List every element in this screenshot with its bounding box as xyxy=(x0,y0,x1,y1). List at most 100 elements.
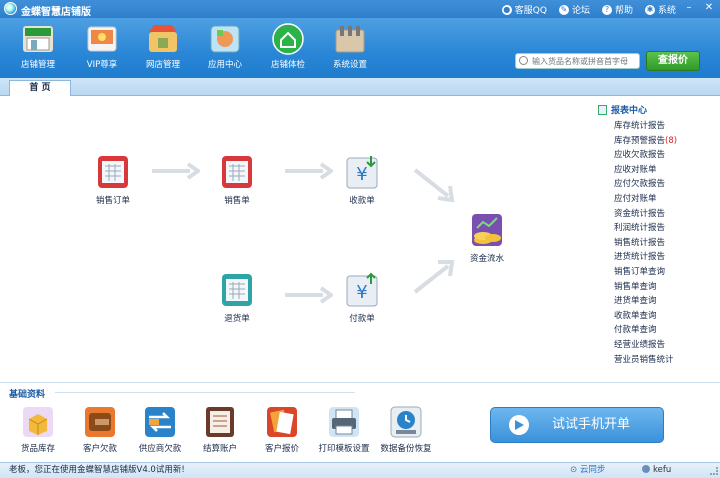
base-customer-quote[interactable]: 客户报价 xyxy=(250,405,314,454)
flow-cash-flow[interactable]: 资金流水 xyxy=(452,212,522,264)
section-divider xyxy=(55,392,355,393)
title-link-qq[interactable]: ● 客服QQ xyxy=(501,3,547,16)
flow-sales-slip[interactable]: 销售单 xyxy=(202,154,272,206)
toolbar-label: 系统设置 xyxy=(332,60,367,70)
toolbar-app-center[interactable]: 应用中心 xyxy=(195,22,255,70)
mobile-button-label: 试试手机开单 xyxy=(551,417,630,432)
title-link-help[interactable]: ? 帮助 xyxy=(601,3,633,16)
report-link-label: 应付对账单 xyxy=(614,193,657,204)
document-icon xyxy=(598,104,607,115)
toolbar-system-settings[interactable]: 系统设置 xyxy=(320,22,380,70)
report-link[interactable]: 经营业绩报告 xyxy=(614,338,720,353)
flow-payment[interactable]: ¥ 付款单 xyxy=(327,272,397,324)
flow-label: 付款单 xyxy=(349,314,375,324)
flow-return-slip[interactable]: 退货单 xyxy=(202,272,272,324)
close-button[interactable]: ✕ xyxy=(702,2,716,14)
toolbar-label: VIP尊享 xyxy=(86,60,118,70)
flow-receipt[interactable]: ¥ 收款单 xyxy=(327,154,397,206)
quote-icon xyxy=(267,407,297,437)
report-link[interactable]: 销售统计报告 xyxy=(614,236,720,251)
cloud-sync-button[interactable]: ⊙ 云同步 xyxy=(570,463,605,478)
flow-arrow-icon xyxy=(152,162,200,180)
report-link-label: 应收对账单 xyxy=(614,164,657,175)
report-link[interactable]: 付款单查询 xyxy=(614,323,720,338)
base-item-label: 打印模板设置 xyxy=(318,444,370,454)
tab-home[interactable]: 首 页 xyxy=(9,80,71,96)
title-link-label: 论坛 xyxy=(571,6,590,16)
title-bar: 金蝶智慧店铺版 ● 客服QQ ✎ 论坛 ? 帮助 ✱ 系统 – ✕ xyxy=(0,0,720,18)
svg-text:¥: ¥ xyxy=(356,282,367,303)
report-center: 报表中心 库存统计报告 库存预警报告(8) 应收欠款报告 应收对账单 应付欠款报… xyxy=(598,103,720,367)
check-price-button[interactable]: 查报价 xyxy=(646,51,700,71)
flow-label: 退货单 xyxy=(224,314,250,324)
try-mobile-order-button[interactable]: 试试手机开单 xyxy=(490,407,664,443)
base-item-label: 客户欠款 xyxy=(82,444,117,454)
report-link[interactable]: 进货单查询 xyxy=(614,294,720,309)
sales-order-icon xyxy=(98,156,128,188)
report-link-label: 销售单查询 xyxy=(614,281,657,292)
report-link-label: 营业员销售统计 xyxy=(614,354,674,365)
report-link[interactable]: 应收对账单 xyxy=(614,163,720,178)
report-link[interactable]: 利润统计报告 xyxy=(614,221,720,236)
report-link-label: 付款单查询 xyxy=(614,325,657,336)
base-item-label: 数据备份恢复 xyxy=(380,444,432,454)
report-center-title: 报表中心 xyxy=(598,103,720,116)
base-print-template[interactable]: 打印模板设置 xyxy=(312,405,376,454)
report-link[interactable]: 收款单查询 xyxy=(614,309,720,324)
report-link[interactable]: 营业员销售统计 xyxy=(614,353,720,368)
sales-slip-icon xyxy=(222,156,252,188)
search-icon xyxy=(519,56,528,65)
toolbar-store-checkup[interactable]: 店铺体检 xyxy=(258,22,318,70)
report-link[interactable]: 应收欠款报告 xyxy=(614,148,720,163)
toolbar-store-management[interactable]: 店铺管理 xyxy=(8,22,68,70)
report-center-heading: 报表中心 xyxy=(611,106,648,116)
flow-arrow-icon xyxy=(285,286,333,304)
online-store-icon xyxy=(149,25,177,52)
report-link-label: 进货单查询 xyxy=(614,296,657,307)
gear-icon: ✱ xyxy=(644,4,655,15)
report-link-label: 应收欠款报告 xyxy=(614,150,666,161)
user-name: kefu xyxy=(653,465,672,475)
report-link[interactable]: 销售订单查询 xyxy=(614,265,720,280)
report-link[interactable]: 销售单查询 xyxy=(614,280,720,295)
report-link[interactable]: 库存统计报告 xyxy=(614,119,720,134)
base-item-label: 客户报价 xyxy=(264,444,299,454)
flow-label: 销售单 xyxy=(224,196,250,206)
product-search-input[interactable] xyxy=(532,55,638,67)
current-user: kefu xyxy=(642,463,671,478)
window-controls: – ✕ xyxy=(682,2,716,14)
base-settlement-account[interactable]: 结算账户 xyxy=(188,405,252,454)
qq-icon: ● xyxy=(501,4,512,15)
toolbar-vip[interactable]: VIP尊享 xyxy=(72,22,132,70)
report-link[interactable]: 应付对账单 xyxy=(614,192,720,207)
base-supplier-debt[interactable]: 供应商欠款 xyxy=(128,405,192,454)
report-link-label: 库存统计报告 xyxy=(614,121,666,131)
report-link-label: 销售统计报告 xyxy=(614,237,666,248)
cloud-sync-label: 云同步 xyxy=(579,465,606,475)
minimize-button[interactable]: – xyxy=(682,2,696,14)
base-data-backup[interactable]: 数据备份恢复 xyxy=(374,405,438,454)
resize-grip[interactable] xyxy=(710,467,718,475)
report-link[interactable]: 应付欠款报告 xyxy=(614,177,720,192)
flow-label: 销售订单 xyxy=(95,196,130,206)
report-link[interactable]: 库存预警报告(8) xyxy=(614,134,720,149)
main-toolbar: 店铺管理 VIP尊享 网店管理 应用中心 店铺体检 系统设置 查报价 xyxy=(0,18,720,78)
sync-icon: ⊙ xyxy=(570,465,580,475)
inventory-icon xyxy=(23,407,53,437)
base-inventory[interactable]: 货品库存 xyxy=(6,405,70,454)
title-links: ● 客服QQ ✎ 论坛 ? 帮助 ✱ 系统 xyxy=(501,3,676,16)
report-list: 库存统计报告 库存预警报告(8) 应收欠款报告 应收对账单 应付欠款报告 应付对… xyxy=(598,119,720,367)
flow-sales-order[interactable]: 销售订单 xyxy=(78,154,148,206)
report-link[interactable]: 进货统计报告 xyxy=(614,250,720,265)
report-link-label: 利润统计报告 xyxy=(614,223,666,234)
store-icon xyxy=(23,26,53,52)
app-center-icon xyxy=(210,25,240,53)
title-link-system[interactable]: ✱ 系统 xyxy=(644,3,676,16)
base-customer-debt[interactable]: 客户欠款 xyxy=(68,405,132,454)
return-slip-icon xyxy=(222,274,252,306)
toolbar-online-store[interactable]: 网店管理 xyxy=(133,22,193,70)
report-link[interactable]: 资金统计报告 xyxy=(614,207,720,222)
report-count-badge: (8) xyxy=(665,135,678,146)
title-link-forum[interactable]: ✎ 论坛 xyxy=(558,3,590,16)
base-item-label: 供应商欠款 xyxy=(138,444,182,454)
